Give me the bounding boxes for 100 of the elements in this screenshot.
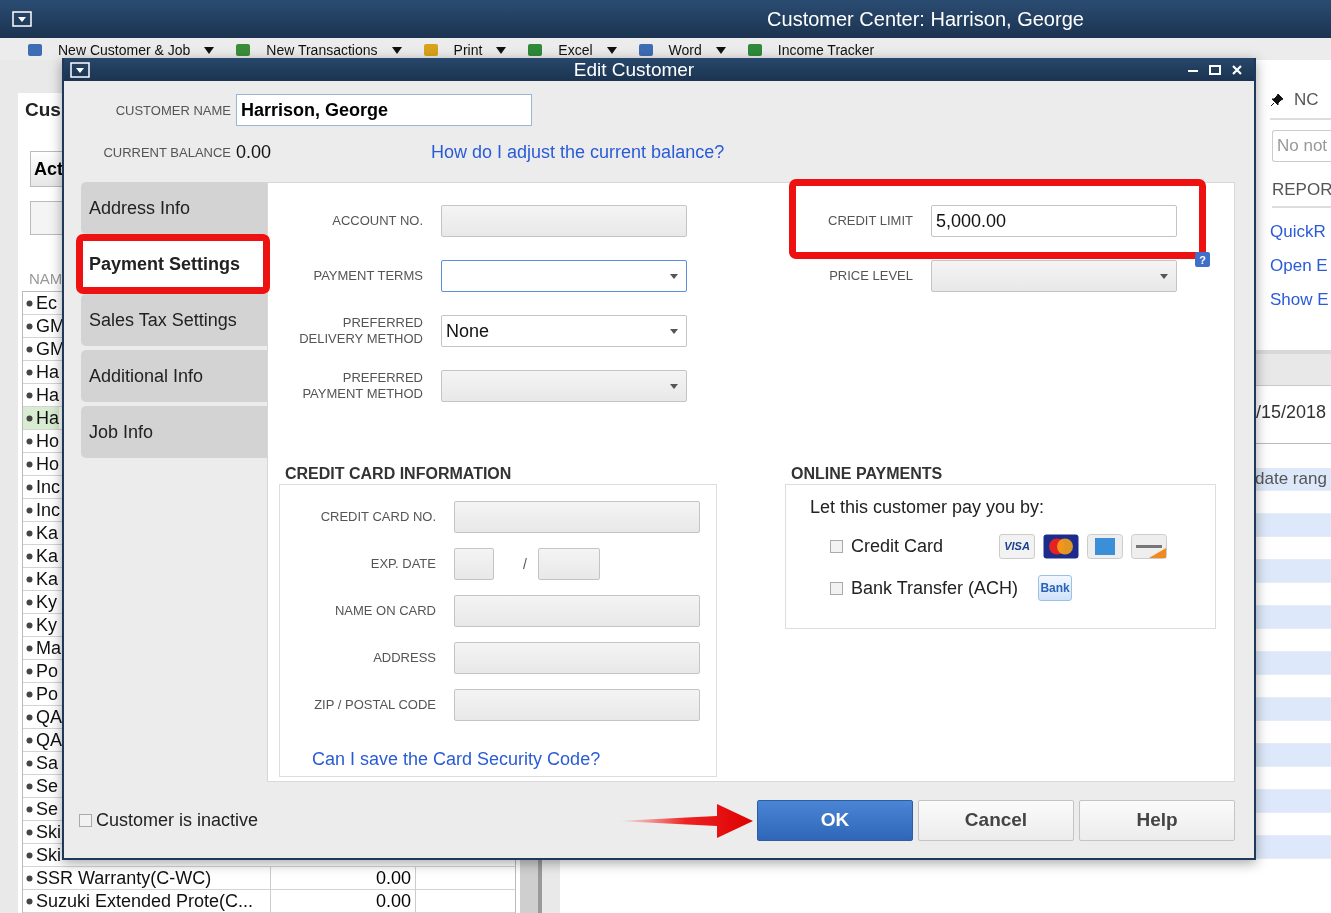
dropdown[interactable] [441,260,687,292]
toolbar-button[interactable]: Excel [526,40,627,60]
customer-row-name[interactable]: Ka [23,522,59,544]
checkbox[interactable] [79,813,92,827]
bullet-icon [26,345,33,353]
dropdown[interactable] [931,260,1177,292]
bullet-icon [26,391,33,399]
bullet-icon [26,828,33,836]
view-dropdown[interactable]: Act [30,151,62,187]
bullet-icon [26,690,33,698]
side-tab[interactable]: Address Info [81,182,267,234]
dialog-button[interactable]: OK [757,799,913,841]
field-label: EXP. DATE [370,556,436,572]
customer-row-name[interactable]: Se [23,798,59,820]
input-field[interactable] [454,642,700,674]
customer-row-name[interactable]: Ha [23,361,59,383]
group-title: CREDIT CARD INFORMATION [285,465,513,483]
report-link[interactable]: Open E [1270,256,1331,276]
bullet-icon [26,529,33,537]
help-link[interactable]: Can I save the Card Security Code? [312,749,716,770]
customer-row-name[interactable]: Inc [23,476,59,498]
customer-row-name[interactable]: Suzuki Extended Prote(C... [23,890,271,912]
input-field[interactable] [454,689,700,721]
input-field[interactable] [454,595,700,627]
dialog-title: Edit Customer [572,58,696,81]
customer-row-name[interactable]: Ka [23,568,59,590]
maximize-icon[interactable] [1208,62,1222,77]
input-field[interactable] [538,548,600,580]
customer-row-name[interactable]: Se [23,775,59,797]
close-icon[interactable] [1230,62,1244,77]
search-field[interactable] [30,201,62,235]
bullet-icon [26,782,33,790]
report-link[interactable]: Show E [1270,290,1331,310]
balance-value: 0.00 [236,141,273,163]
side-tab[interactable]: Job Info [81,406,267,458]
customer-row-name[interactable]: Inc [23,499,59,521]
pin-icon[interactable] [1270,93,1284,107]
dialog-button[interactable]: Help [1079,799,1235,841]
customer-row-name[interactable]: Ski [23,821,59,843]
bullet-icon [26,483,33,491]
customer-row-name[interactable]: Ho [23,430,59,452]
window-menu-icon[interactable] [12,11,32,27]
bullet-icon [26,713,33,721]
field-label: CURRENT BALANCE [102,144,231,160]
bullet-icon [26,598,33,606]
side-tab[interactable]: Sales Tax Settings [81,294,267,346]
customer-row-name[interactable]: Ho [23,453,59,475]
toolbar-button[interactable]: Income Tracker [745,40,885,60]
notes-field[interactable]: No not [1272,130,1331,162]
balance-cell: 0.00 [271,867,416,889]
dialog-button[interactable]: Cancel [918,799,1074,841]
prompt-text: Let this customer pay you by: [810,497,1046,518]
bullet-icon [26,414,33,422]
toolbar-button[interactable]: Word [636,40,736,60]
customer-row-name[interactable]: Ski [23,844,59,866]
toolbar-button[interactable]: New Transactions [234,40,412,60]
input-field[interactable] [441,205,687,237]
report-link[interactable]: QuickR [1270,222,1331,242]
input-field[interactable] [454,548,494,580]
dropdown-arrow-icon [670,383,678,389]
dropdown[interactable] [441,370,687,402]
help-icon[interactable]: ? [1195,252,1210,267]
field-label: ADDRESS [373,650,436,666]
section-heading: NC [1294,90,1319,110]
input-field[interactable]: 5,000.00 [931,205,1177,237]
bullet-icon [26,874,33,882]
customer-row-name[interactable]: Ka [23,545,59,567]
customer-row-name[interactable]: Ec [23,292,59,314]
bullet-icon [26,851,33,859]
group-title: ONLINE PAYMENTS [791,465,944,483]
bullet-icon [26,897,33,905]
customer-row-name[interactable]: Ky [23,591,59,613]
help-link[interactable]: How do I adjust the current balance? [431,141,725,163]
customer-name-field[interactable]: Harrison, George [236,94,532,126]
toolbar-button[interactable]: Print [421,40,517,60]
field-label: PREFERRED DELIVERY METHOD [298,315,423,347]
dropdown-arrow-icon [670,328,678,334]
customer-row-name[interactable]: Sa [23,752,59,774]
checkbox[interactable] [830,581,843,595]
input-field[interactable] [454,501,700,533]
customer-row-name[interactable]: Ma [23,637,59,659]
customer-row-name[interactable]: Ha [23,407,59,429]
field-label: ACCOUNT NO. [332,213,423,229]
bullet-icon [26,299,33,307]
toolbar-button[interactable]: New Customer & Job [26,40,225,60]
customer-row-name[interactable]: Ha [23,384,59,406]
bullet-icon [26,552,33,560]
dropdown[interactable]: None [441,315,687,347]
checkbox[interactable] [830,539,843,553]
field-label: CREDIT CARD NO. [320,509,436,525]
field-label: CREDIT LIMIT [828,213,913,229]
field-label: NAME ON CARD [334,603,436,619]
customer-row-name[interactable]: Po [23,683,59,705]
customer-row-name[interactable]: Ky [23,614,59,636]
customer-row-name[interactable]: SSR Warranty(C-WC) [23,867,271,889]
side-tab[interactable]: Additional Info [81,350,267,402]
customer-row-name[interactable]: Po [23,660,59,682]
window-menu-icon[interactable] [70,61,90,78]
panel-title: Cus [24,99,62,121]
card-logo [1087,533,1123,559]
